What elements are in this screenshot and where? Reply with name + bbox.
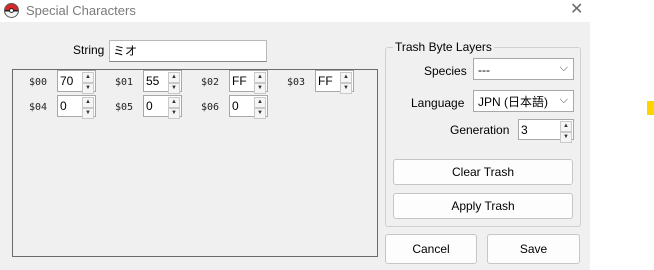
down-arrow-icon[interactable]: ▼ <box>560 132 572 143</box>
down-arrow-icon[interactable]: ▼ <box>254 108 266 119</box>
byte-value: FF <box>318 74 333 88</box>
language-select[interactable]: JPN (日本語) ⌵ <box>473 90 574 112</box>
byte-value: 0 <box>146 99 153 113</box>
down-arrow-icon[interactable]: ▼ <box>168 108 180 119</box>
string-input[interactable]: ミオ <box>109 40 267 62</box>
byte-label: $03 <box>287 77 306 88</box>
byte-label: $04 <box>29 102 48 113</box>
down-arrow-icon[interactable]: ▼ <box>82 83 94 94</box>
generation-label: Generation <box>450 123 510 137</box>
byte-06-spinner[interactable]: 0 ▲ ▼ <box>229 95 268 119</box>
byte-label: $01 <box>115 77 134 88</box>
apply-trash-button[interactable]: Apply Trash <box>393 193 573 219</box>
byte-label: $02 <box>201 77 220 88</box>
clear-trash-button[interactable]: Clear Trash <box>393 159 573 185</box>
byte-04-spinner[interactable]: 0 ▲ ▼ <box>57 95 96 119</box>
cancel-button[interactable]: Cancel <box>385 234 477 264</box>
language-label: Language <box>411 96 465 110</box>
up-arrow-icon[interactable]: ▲ <box>82 97 94 108</box>
yellow-marker <box>647 101 654 115</box>
down-arrow-icon[interactable]: ▼ <box>254 83 266 94</box>
save-button[interactable]: Save <box>487 234 580 264</box>
down-arrow-icon[interactable]: ▼ <box>168 83 180 94</box>
byte-value: 0 <box>60 99 67 113</box>
byte-label: $06 <box>201 102 220 113</box>
up-arrow-icon[interactable]: ▲ <box>254 72 266 83</box>
byte-05-spinner[interactable]: 0 ▲ ▼ <box>143 95 182 119</box>
species-value: --- <box>478 63 490 77</box>
pokeball-icon <box>4 3 19 18</box>
chevron-down-icon: ⌵ <box>559 94 568 106</box>
down-arrow-icon[interactable]: ▼ <box>82 108 94 119</box>
string-label: String <box>73 43 105 57</box>
close-icon[interactable]: ✕ <box>570 1 583 19</box>
chevron-down-icon: ⌵ <box>559 62 568 74</box>
bytes-panel: $00 70 ▲ ▼ $01 55 ▲ ▼ $02 FF ▲ ▼ $03 FF ▲ ▼ … <box>12 69 378 257</box>
up-arrow-icon[interactable]: ▲ <box>168 72 180 83</box>
language-value: JPN (日本語) <box>478 95 548 109</box>
down-arrow-icon[interactable]: ▼ <box>340 83 352 94</box>
up-arrow-icon[interactable]: ▲ <box>560 121 572 132</box>
byte-value: 0 <box>232 99 239 113</box>
special-characters-window: Special Characters ✕ String ミオ $00 70 ▲ ▼… <box>0 0 590 270</box>
byte-01-spinner[interactable]: 55 ▲ ▼ <box>143 70 182 94</box>
up-arrow-icon[interactable]: ▲ <box>168 97 180 108</box>
species-select[interactable]: --- ⌵ <box>473 58 574 80</box>
generation-spinner[interactable]: 3 ▲ ▼ <box>518 119 574 143</box>
up-arrow-icon[interactable]: ▲ <box>82 72 94 83</box>
generation-value: 3 <box>521 123 528 137</box>
byte-value: 70 <box>60 74 74 88</box>
byte-00-spinner[interactable]: 70 ▲ ▼ <box>57 70 96 94</box>
species-label: Species <box>424 64 467 78</box>
title-bar: Special Characters ✕ <box>0 0 590 22</box>
trash-byte-layers-title: Trash Byte Layers <box>393 40 494 54</box>
byte-label: $00 <box>29 77 48 88</box>
byte-label: $05 <box>115 102 134 113</box>
byte-value: FF <box>232 74 247 88</box>
window-title: Special Characters <box>26 3 136 18</box>
byte-value: 55 <box>146 74 160 88</box>
byte-03-spinner[interactable]: FF ▲ ▼ <box>315 70 354 94</box>
up-arrow-icon[interactable]: ▲ <box>254 97 266 108</box>
up-arrow-icon[interactable]: ▲ <box>340 72 352 83</box>
byte-02-spinner[interactable]: FF ▲ ▼ <box>229 70 268 94</box>
